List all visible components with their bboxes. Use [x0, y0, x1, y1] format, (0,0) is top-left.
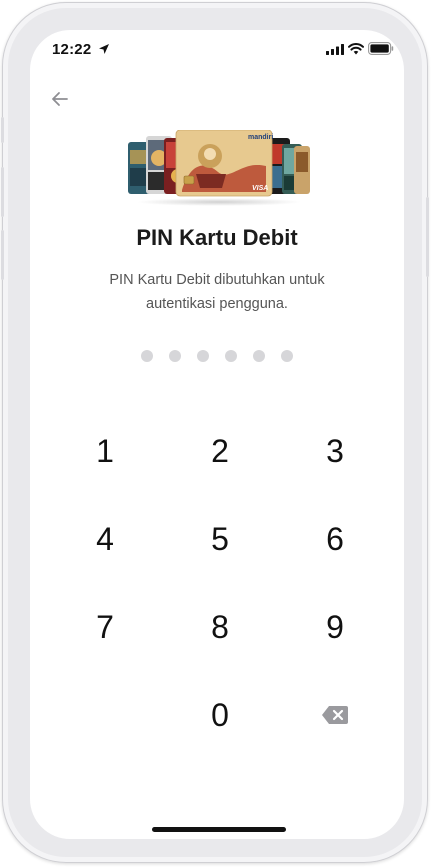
key-6[interactable]: 6: [280, 503, 390, 575]
pin-dot: [169, 350, 181, 362]
key-0[interactable]: 0: [165, 679, 275, 751]
home-indicator: [152, 827, 286, 832]
side-button-left: [1, 167, 4, 217]
key-8[interactable]: 8: [165, 591, 275, 663]
battery-icon: [368, 42, 394, 55]
status-bar: 12:22: [30, 30, 404, 74]
cards-shadow: [136, 198, 302, 206]
side-button-left: [1, 230, 4, 280]
card-front-main: mandiri VISA: [175, 129, 273, 197]
backspace-icon: [322, 706, 348, 724]
pin-dot: [281, 350, 293, 362]
screen: 12:22 mandiri VISA PIN Kartu Debit PIN K…: [30, 30, 404, 839]
key-9[interactable]: 9: [280, 591, 390, 663]
key-5[interactable]: 5: [165, 503, 275, 575]
card-back-right: [294, 146, 310, 194]
pin-dot: [225, 350, 237, 362]
key-4[interactable]: 4: [50, 503, 160, 575]
card-network-label: VISA: [252, 185, 268, 192]
location-arrow-icon: [99, 44, 109, 54]
side-button-left: [1, 117, 4, 143]
pin-dot: [253, 350, 265, 362]
page-subtitle: PIN Kartu Debit dibutuhkan untuk autenti…: [109, 272, 325, 312]
key-3[interactable]: 3: [280, 415, 390, 487]
status-time: 12:22: [52, 41, 92, 58]
pin-indicator: [30, 350, 404, 362]
card-brand-label: mandiri: [248, 134, 273, 141]
debit-cards-illustration: mandiri VISA: [126, 129, 312, 206]
pin-dot: [141, 350, 153, 362]
key-1[interactable]: 1: [50, 415, 160, 487]
key-2[interactable]: 2: [165, 415, 275, 487]
cards-image: mandiri VISA: [128, 129, 310, 197]
wifi-icon: [348, 42, 364, 55]
side-button-right: [426, 197, 429, 277]
key-7[interactable]: 7: [50, 591, 160, 663]
phone-frame: 12:22 mandiri VISA PIN Kartu Debit PIN K…: [1, 2, 429, 863]
backspace-button[interactable]: [280, 679, 390, 751]
page-title: PIN Kartu Debit: [136, 225, 298, 250]
pin-dot: [197, 350, 209, 362]
arrow-left-icon[interactable]: [48, 87, 72, 111]
cellular-signal-icon: [326, 44, 344, 55]
